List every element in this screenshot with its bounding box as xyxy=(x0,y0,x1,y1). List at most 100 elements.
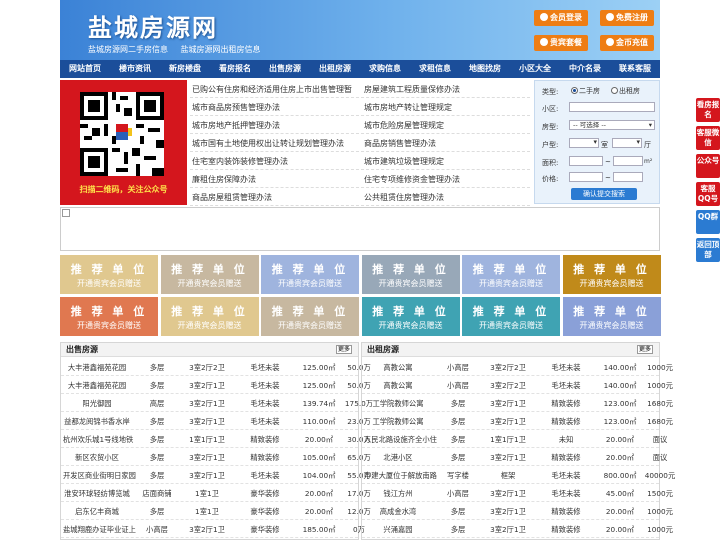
policy-link[interactable]: 公共租赁住房管理办法 xyxy=(364,192,444,203)
nav-map-search[interactable]: 地图找房 xyxy=(460,60,510,78)
cell-community[interactable]: 中建大厦位于解放南路 xyxy=(364,471,437,481)
rent-more-button[interactable]: 更多 xyxy=(637,345,653,354)
subtitle-sale[interactable]: 盐城房源网二手房信息 xyxy=(88,45,168,54)
house-type-select[interactable]: -- 可选择 -- ▾ xyxy=(569,120,655,130)
cell-community[interactable]: 盐城翔鹿办证毕业证上 xyxy=(63,525,136,535)
radio-rent[interactable]: 出租房 xyxy=(611,86,640,96)
nav-for-rent[interactable]: 出租房源 xyxy=(310,60,360,78)
policy-link[interactable]: 房屋建筑工程质量保修办法 xyxy=(364,84,460,95)
sale-listing-row[interactable]: 盐城翔鹿办证毕业证上 小高层 3室2厅1卫 豪华装修 185.00㎡ 0万 xyxy=(61,520,365,538)
register-button[interactable]: 免费注册 xyxy=(600,10,654,26)
price-min-input[interactable] xyxy=(569,172,603,182)
rent-listing-row[interactable]: 高成金水湾 多层 3室2厅1卫 精致装修 20.00㎡ 1000元 xyxy=(362,502,673,520)
nav-agents[interactable]: 中介名录 xyxy=(560,60,610,78)
rent-listing-row[interactable]: 工学院教师公寓 多层 3室2厅1卫 精致装修 123.00㎡ 1680元 xyxy=(362,394,673,412)
sale-listing-row[interactable]: 新区农贸小区 多层 3室2厅1卫 精致装修 105.00㎡ 65.0万 xyxy=(61,448,371,466)
nav-wanted-rent[interactable]: 求租信息 xyxy=(410,60,460,78)
area-max-input[interactable] xyxy=(613,156,643,166)
sidebar-official-account[interactable]: 公众号 xyxy=(696,154,720,178)
sale-listing-row[interactable]: 淮安环球轻纺博览城 店面商铺 1室1卫 豪华装修 20.00㎡ 17.0万 xyxy=(61,484,371,502)
cell-community[interactable]: 益都龙阅锦书香水岸 xyxy=(63,417,131,427)
rent-listing-row[interactable]: 高教公寓 小高层 3室2厅2卫 毛坯未装 140.00㎡ 1000元 xyxy=(362,376,673,394)
search-submit-button[interactable]: 确认提交搜索 xyxy=(571,188,637,200)
recommend-tile[interactable]: 推 荐 单 位开通贵宾会员赠送 xyxy=(462,255,560,294)
cell-community[interactable]: 高教公寓 xyxy=(364,381,432,391)
sale-listing-row[interactable]: 杭州欢乐城1号线地铁 多层 1室1厅1卫 精致装修 20.00㎡ 30.0万 xyxy=(61,430,371,448)
cell-community[interactable]: 高教公寓 xyxy=(364,363,432,373)
policy-link[interactable]: 廉租住房保障办法 xyxy=(192,174,256,185)
policy-link[interactable]: 城市危险房屋管理规定 xyxy=(364,120,444,131)
cell-community[interactable]: 阳光御园 xyxy=(63,399,131,409)
cell-community[interactable]: 杭州欢乐城1号线地铁 xyxy=(63,435,133,445)
sale-listing-row[interactable]: 阳光御园 高层 3室2厅1卫 毛坯未装 139.74㎡ 175.0万 xyxy=(61,394,373,412)
cell-community[interactable]: 开发区商业街明日家园 xyxy=(63,471,136,481)
nav-home[interactable]: 网站首页 xyxy=(60,60,110,78)
policy-link[interactable]: 住宅专项维修资金管理办法 xyxy=(364,174,460,185)
rent-listing-row[interactable]: 北港小区 多层 3室2厅1卫 精致装修 20.00㎡ 面议 xyxy=(362,448,667,466)
policy-link[interactable]: 商品房销售管理办法 xyxy=(364,138,436,149)
sidebar-viewing-signup[interactable]: 看房报名 xyxy=(696,98,720,122)
recommend-tile[interactable]: 推 荐 单 位开通贵宾会员赠送 xyxy=(160,297,259,336)
cell-community[interactable]: 新区农贸小区 xyxy=(63,453,131,463)
sidebar-service-wechat[interactable]: 客服微信 xyxy=(696,126,720,150)
site-logo-title[interactable]: 盐城房源网 xyxy=(88,8,218,43)
cell-community[interactable]: 淮安环球轻纺博览城 xyxy=(63,489,131,499)
ad-banner[interactable] xyxy=(60,207,660,251)
rent-listing-row[interactable]: 高教公寓 小高层 3室2厅2卫 毛坯未装 140.00㎡ 1000元 xyxy=(362,358,673,376)
room-select[interactable]: ▾ xyxy=(569,138,599,148)
recommend-tile[interactable]: 推 荐 单 位开通贵宾会员赠送 xyxy=(361,297,460,336)
nav-for-sale[interactable]: 出售房源 xyxy=(260,60,310,78)
cell-community[interactable]: 启东亿丰商城 xyxy=(63,507,131,517)
recommend-tile[interactable]: 推 荐 单 位开通贵宾会员赠送 xyxy=(562,297,661,336)
hall-select[interactable]: ▾ xyxy=(612,138,642,148)
login-button[interactable]: 会员登录 xyxy=(534,10,588,26)
rent-listing-row[interactable]: 人民北路设施齐全小住 多层 1室1厅1卫 未知 20.00㎡ 面议 xyxy=(362,430,667,448)
recommend-tile[interactable]: 推 荐 单 位开通贵宾会员赠送 xyxy=(261,255,359,294)
area-min-input[interactable] xyxy=(569,156,603,166)
policy-link[interactable]: 城市房地产转让管理规定 xyxy=(364,102,452,113)
cell-community[interactable]: 人民北路设施齐全小住 xyxy=(364,435,437,445)
policy-link[interactable]: 已购公有住房和经济适用住房上市出售管理暂 xyxy=(192,84,352,95)
sale-listing-row[interactable]: 启东亿丰商城 多层 1室1卫 豪华装修 20.00㎡ 12.0万 xyxy=(61,502,371,520)
rent-listing-row[interactable]: 钱江方州 小高层 3室2厅1卫 毛坯未装 45.00㎡ 1500元 xyxy=(362,484,673,502)
nav-wanted-buy[interactable]: 求购信息 xyxy=(360,60,410,78)
cell-community[interactable]: 钱江方州 xyxy=(364,489,432,499)
policy-link[interactable]: 城市国有土地使用权出让转让规划管理办法 xyxy=(192,138,344,149)
cell-community[interactable]: 高成金水湾 xyxy=(364,507,432,517)
policy-link[interactable]: 住宅室内装饰装修管理办法 xyxy=(192,156,288,167)
subtitle-rent[interactable]: 盐城房源网出租房信息 xyxy=(181,45,261,54)
sidebar-qq-group[interactable]: QQ群 xyxy=(696,210,720,234)
cell-community[interactable]: 大丰港鑫福苑花园 xyxy=(63,381,131,391)
policy-link[interactable]: 城市商品房预售管理办法 xyxy=(192,102,280,113)
cell-community[interactable]: 北港小区 xyxy=(364,453,432,463)
cell-community[interactable]: 大丰港鑫福苑花园 xyxy=(63,363,131,373)
nav-contact[interactable]: 联系客服 xyxy=(610,60,660,78)
recommend-tile[interactable]: 推 荐 单 位开通贵宾会员赠送 xyxy=(361,255,460,294)
sale-listing-row[interactable]: 大丰港鑫福苑花园 多层 3室2厅2卫 毛坯未装 125.00㎡ 50.0万 xyxy=(61,358,371,376)
recommend-tile[interactable]: 推 荐 单 位开通贵宾会员赠送 xyxy=(261,297,359,336)
sale-listing-row[interactable]: 大丰港鑫福苑花园 多层 3室2厅1卫 毛坯未装 125.00㎡ 50.0万 xyxy=(61,376,371,394)
recommend-tile[interactable]: 推 荐 单 位开通贵宾会员赠送 xyxy=(562,255,661,294)
policy-link[interactable]: 城市房地产抵押管理办法 xyxy=(192,120,280,131)
rent-listing-row[interactable]: 工学院教师公寓 多层 3室2厅1卫 精致装修 123.00㎡ 1680元 xyxy=(362,412,673,430)
rent-listing-row[interactable]: 中建大厦位于解放南路 写字楼 框架 毛坯未装 800.00㎡ 40000元 xyxy=(362,466,675,484)
sidebar-service-qq[interactable]: 客服QQ号 xyxy=(696,182,720,206)
recommend-tile[interactable]: 推 荐 单 位开通贵宾会员赠送 xyxy=(160,255,259,294)
nav-news[interactable]: 楼市资讯 xyxy=(110,60,160,78)
cell-community[interactable]: 兴涌嘉园 xyxy=(364,525,432,535)
recommend-tile[interactable]: 推 荐 单 位开通贵宾会员赠送 xyxy=(462,297,560,336)
vip-package-button[interactable]: 贵宾套餐 xyxy=(534,35,588,51)
sale-more-button[interactable]: 更多 xyxy=(336,345,352,354)
recommend-tile[interactable]: 推 荐 单 位开通贵宾会员赠送 xyxy=(60,255,158,294)
cell-community[interactable]: 工学院教师公寓 xyxy=(364,417,432,427)
radio-second-hand[interactable]: 二手房 xyxy=(571,86,600,96)
recommend-tile[interactable]: 推 荐 单 位开通贵宾会员赠送 xyxy=(60,297,158,336)
community-input[interactable] xyxy=(569,102,655,112)
sale-listing-row[interactable]: 益都龙阅锦书香水岸 多层 3室2厅1卫 毛坯未装 110.00㎡ 23.0万 xyxy=(61,412,371,430)
policy-link[interactable]: 商品房屋租赁管理办法 xyxy=(192,192,272,203)
rent-listing-row[interactable]: 兴涌嘉园 多层 3室2厅1卫 精致装修 20.00㎡ 1000元 xyxy=(362,520,673,538)
price-max-input[interactable] xyxy=(613,172,643,182)
policy-link[interactable]: 城市建筑垃圾管理规定 xyxy=(364,156,444,167)
recharge-button[interactable]: 金币充值 xyxy=(600,35,654,51)
nav-viewing-signup[interactable]: 看房报名 xyxy=(210,60,260,78)
